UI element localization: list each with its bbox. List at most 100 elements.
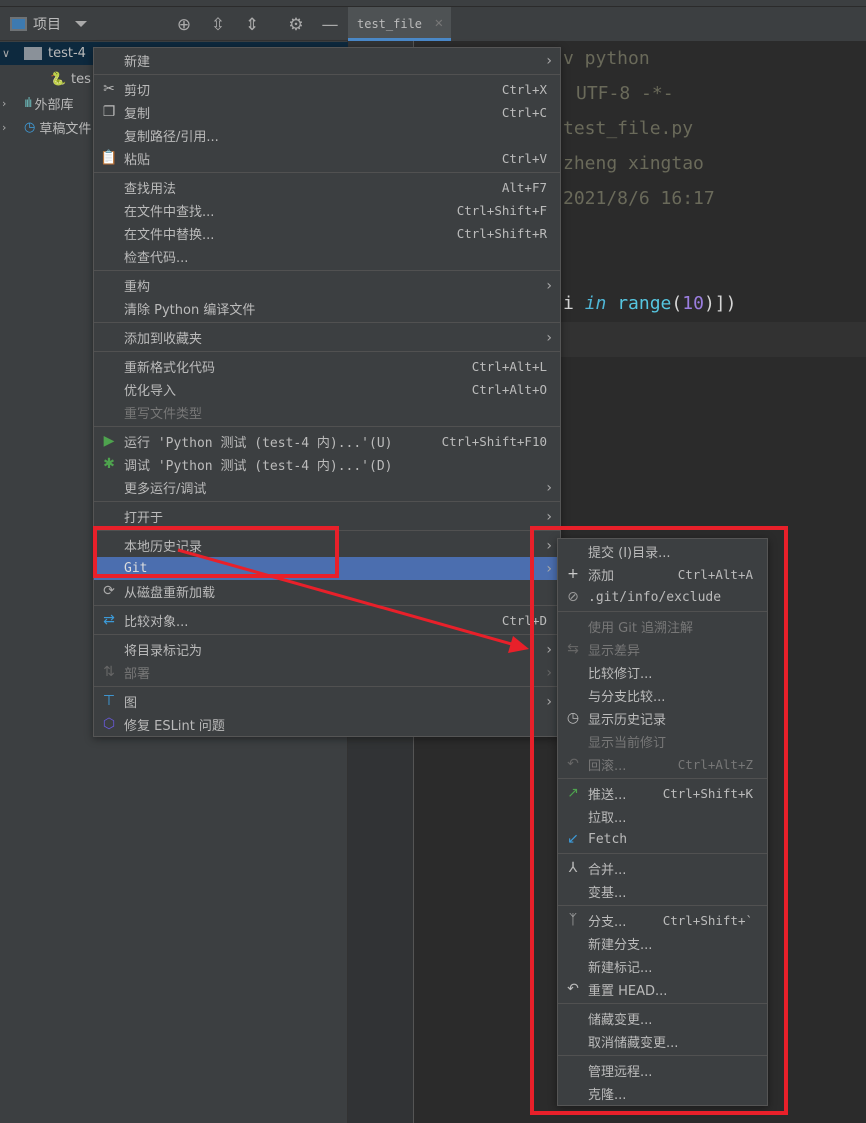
menu-item-label: .git/info/exclude	[588, 590, 722, 605]
chevron-down-icon[interactable]: ∨	[2, 47, 14, 60]
menu-item[interactable]: 重构 ›	[94, 274, 560, 297]
menu-item[interactable]: 使用 Git 追溯注解	[558, 615, 767, 638]
menu-item[interactable]: 检查代码...	[94, 245, 560, 268]
menu-item[interactable]: ⬡ 修复 ESLint 问题	[94, 713, 560, 736]
menu-item[interactable]: Git ›	[94, 557, 560, 580]
chevron-right-icon[interactable]: ›	[2, 121, 14, 134]
code-token: (	[671, 293, 683, 314]
menu-item-label: 新建标记...	[588, 961, 653, 976]
menu-item[interactable]: ▶ 运行 'Python 测试 (test-4 内)...'(U) Ctrl+Shi…	[94, 430, 560, 453]
menu-item[interactable]: 📋 粘贴 Ctrl+V	[94, 147, 560, 170]
git-submenu: 提交 (I)目录... + 添加 Ctrl+Alt+A ⊘ .git/info/exclu…	[557, 538, 768, 1106]
menu-item-label: 推送...	[588, 788, 627, 803]
menu-item[interactable]: 储藏变更...	[558, 1007, 767, 1030]
menu-item[interactable]: ↗ 推送... Ctrl+Shift+K	[558, 782, 767, 805]
menu-item-label: 本地历史记录	[124, 540, 203, 555]
gear-icon[interactable]: ⚙	[286, 15, 306, 35]
menu-item-label: 打开于	[124, 511, 164, 526]
menu-item[interactable]: ⇄ 比较对象... Ctrl+D	[94, 609, 560, 632]
menu-item-label: 添加到收藏夹	[124, 332, 203, 347]
menu-item[interactable]: 新建分支...	[558, 932, 767, 955]
scissors-icon: ✂	[103, 81, 115, 97]
menu-item[interactable]: ᛉ 分支... Ctrl+Shift+`	[558, 909, 767, 932]
paste-icon: 📋	[100, 150, 118, 166]
collapse-all-icon[interactable]: ⇕	[242, 15, 262, 35]
tree-label: test-4	[48, 46, 86, 61]
code-line: test_file.py	[563, 118, 694, 139]
eslint-icon: ⬡	[102, 716, 116, 732]
close-icon[interactable]: ✕	[435, 15, 443, 31]
menu-item-label: 添加	[588, 569, 615, 584]
menu-item[interactable]: + 添加 Ctrl+Alt+A	[558, 563, 767, 586]
menu-item[interactable]: ⇅ 部署 ›	[94, 661, 560, 684]
menu-item-shortcut: Ctrl+V	[501, 151, 547, 166]
menu-item[interactable]: 重写文件类型	[94, 401, 560, 424]
menu-item[interactable]: 打开于 ›	[94, 505, 560, 528]
menu-item[interactable]: 新建标记...	[558, 955, 767, 978]
project-toolbar: 项目 ⊕ ⇳ ⇕ ⚙ —	[0, 7, 348, 41]
menu-item[interactable]: 比较修订...	[558, 661, 767, 684]
menu-item[interactable]: ⅄ 合并...	[558, 857, 767, 880]
menu-item[interactable]: ↶ 重置 HEAD...	[558, 978, 767, 1001]
menu-item[interactable]: ↶ 回滚... Ctrl+Alt+Z	[558, 753, 767, 776]
menu-item[interactable]: 显示当前修订	[558, 730, 767, 753]
menu-item[interactable]: 添加到收藏夹 ›	[94, 326, 560, 349]
code-function: range	[606, 293, 672, 314]
tab-test-file[interactable]: test_file ✕	[348, 7, 451, 41]
menu-item-shortcut: Ctrl+Shift+`	[662, 913, 753, 928]
menu-item[interactable]: ✂ 剪切 Ctrl+X	[94, 78, 560, 101]
menu-item[interactable]: ◷ 显示历史记录	[558, 707, 767, 730]
menu-item[interactable]: 查找用法 Alt+F7	[94, 176, 560, 199]
chevron-right-icon: ›	[546, 329, 552, 346]
menu-item[interactable]: 更多运行/调试 ›	[94, 476, 560, 499]
menu-item-label: 图	[124, 696, 138, 711]
project-label[interactable]: 项目	[33, 14, 61, 34]
menu-item-label: 复制	[124, 107, 151, 122]
menu-item[interactable]: ⟳ 从磁盘重新加载	[94, 580, 560, 603]
code-line: UTF-8 -*-	[576, 83, 674, 104]
chevron-down-icon[interactable]	[75, 20, 87, 27]
tree-label: 外部库	[34, 98, 74, 113]
menu-item[interactable]: 管理远程...	[558, 1059, 767, 1082]
menu-item[interactable]: 拉取...	[558, 805, 767, 828]
folder-icon	[24, 47, 42, 60]
menu-item[interactable]: 新建 ›	[94, 49, 560, 72]
menu-item[interactable]: 将目录标记为 ›	[94, 638, 560, 661]
menu-item[interactable]: 优化导入 Ctrl+Alt+O	[94, 378, 560, 401]
expand-all-icon[interactable]: ⇳	[208, 15, 228, 35]
menu-item[interactable]: ⊘ .git/info/exclude	[558, 586, 767, 609]
menu-item[interactable]: 清除 Python 编译文件	[94, 297, 560, 320]
menu-item[interactable]: ↙ Fetch	[558, 828, 767, 851]
menu-item[interactable]: 重新格式化代码 Ctrl+Alt+L	[94, 355, 560, 378]
menu-item-label: 新建分支...	[588, 938, 653, 953]
chevron-right-icon: ›	[546, 508, 552, 525]
minimize-icon[interactable]: —	[320, 15, 340, 35]
menu-item[interactable]: ⇆ 显示差异	[558, 638, 767, 661]
menu-item-label: 合并...	[588, 863, 627, 878]
menu-item-shortcut: Ctrl+D	[501, 613, 547, 628]
menu-item[interactable]: 与分支比较...	[558, 684, 767, 707]
chevron-right-icon: ›	[546, 693, 552, 710]
menu-item[interactable]: ✱ 调试 'Python 测试 (test-4 内)...'(D)	[94, 453, 560, 476]
branch-icon: ᛉ	[568, 912, 578, 928]
menu-item[interactable]: ❐ 复制 Ctrl+C	[94, 101, 560, 124]
menu-item-shortcut: Ctrl+Shift+R	[456, 226, 547, 241]
menu-item[interactable]: 变基...	[558, 880, 767, 903]
merge-icon: ⅄	[568, 860, 578, 876]
menu-item[interactable]: 在文件中替换... Ctrl+Shift+R	[94, 222, 560, 245]
menu-item[interactable]: 取消储藏变更...	[558, 1030, 767, 1053]
code-line: 2021/8/6 16:17	[563, 188, 715, 209]
chevron-right-icon: ›	[546, 52, 552, 69]
menu-item-label: 提交 (I)目录...	[588, 546, 671, 561]
menu-item[interactable]: 提交 (I)目录...	[558, 540, 767, 563]
chevron-right-icon[interactable]: ›	[2, 97, 14, 110]
menu-item[interactable]: 在文件中查找... Ctrl+Shift+F	[94, 199, 560, 222]
menu-item[interactable]: ⊤ 图 ›	[94, 690, 560, 713]
menu-item-label: 修复 ESLint 问题	[124, 719, 225, 734]
menu-item-label: 更多运行/调试	[124, 482, 207, 497]
crosshair-icon[interactable]: ⊕	[174, 15, 194, 35]
menu-item[interactable]: 复制路径/引用...	[94, 124, 560, 147]
menu-item[interactable]: 本地历史记录 ›	[94, 534, 560, 557]
menu-item-label: 取消储藏变更...	[588, 1036, 679, 1051]
menu-item[interactable]: 克隆...	[558, 1082, 767, 1105]
